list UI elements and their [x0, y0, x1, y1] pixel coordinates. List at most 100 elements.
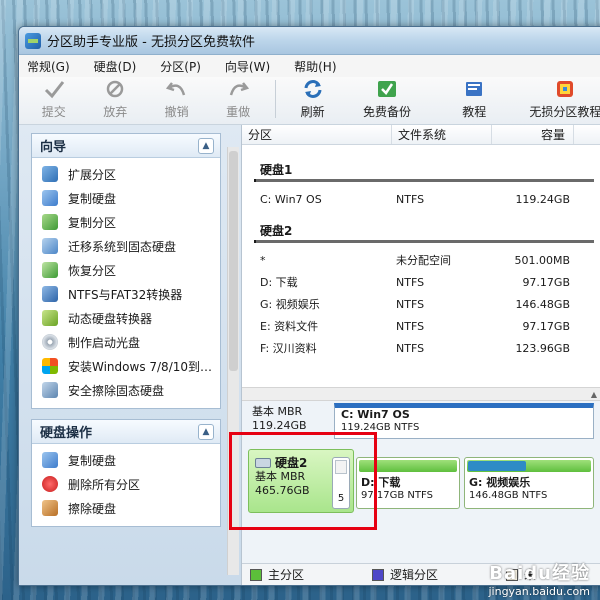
partition-c-name: C: Win7 OS	[341, 408, 410, 421]
copy-disk-icon	[42, 190, 58, 206]
copy-partition-icon	[42, 214, 58, 230]
wizard-item-migrate-os[interactable]: 迁移系统到固态硬盘	[42, 234, 220, 258]
wizard-item-label: 动态硬盘转换器	[68, 311, 153, 326]
menu-wizard[interactable]: 向导(W)	[225, 58, 270, 75]
wizard-item-install-windows[interactable]: 安装Windows 7/8/10到…	[42, 354, 220, 378]
hard-disk-icon	[255, 458, 271, 468]
wizard-item-extend-partition[interactable]: 扩展分区	[42, 162, 220, 186]
partition-g-block[interactable]: G: 视频娱乐 146.48GB NTFS	[464, 457, 594, 509]
table-row[interactable]: C: Win7 OS NTFS 119.24GB	[242, 188, 600, 210]
cell-capacity: 146.48GB	[515, 297, 570, 311]
sidebar-scrollbar[interactable]	[227, 147, 239, 575]
ntfs-fat32-icon	[42, 286, 58, 302]
disk-op-erase-disk[interactable]: 擦除硬盘	[42, 496, 220, 520]
disk-op-copy-disk[interactable]: 复制硬盘	[42, 448, 220, 472]
wizard-item-copy-disk[interactable]: 复制硬盘	[42, 186, 220, 210]
commit-label: 提交	[41, 105, 66, 119]
table-row[interactable]: F: 汉川资料 NTFS 123.96GB	[242, 337, 600, 359]
erase-icon	[42, 500, 58, 516]
free-backup-button[interactable]: 免费备份	[343, 78, 430, 120]
tutorial-icon	[462, 78, 486, 100]
legend-logical-swatch	[372, 568, 385, 581]
refresh-icon	[301, 78, 325, 100]
app-icon	[25, 32, 41, 49]
lossless-tutorial-icon	[553, 78, 577, 100]
free-backup-label: 免费备份	[362, 105, 411, 119]
collapse-disk-ops-icon[interactable]: ▲	[198, 423, 214, 440]
discard-button[interactable]: 放弃	[84, 78, 145, 120]
disk-op-label: 复制硬盘	[68, 453, 117, 468]
menu-general[interactable]: 常规(G)	[27, 58, 70, 75]
wizard-item-boot-cd[interactable]: 制作启动光盘	[42, 330, 220, 354]
table-row[interactable]: D: 下载 NTFS 97.17GB	[242, 271, 600, 293]
cell-filesystem: NTFS	[396, 319, 425, 333]
cell-capacity: 97.17GB	[522, 275, 570, 289]
refresh-button[interactable]: 刷新	[282, 78, 343, 120]
menu-disk[interactable]: 硬盘(D)	[94, 58, 137, 75]
disk1-map-label[interactable]: 基本 MBR 119.24GB	[252, 405, 334, 439]
col-filesystem[interactable]: 文件系统	[392, 125, 492, 144]
menu-help[interactable]: 帮助(H)	[294, 58, 336, 75]
disk-ops-panel-header[interactable]: 硬盘操作 ▲	[32, 420, 220, 444]
baidu-watermark: Baidu经验 jingyan.baidu.com	[488, 559, 590, 598]
table-row[interactable]: * 未分配空间 501.00MB	[242, 249, 600, 271]
disk-ops-panel: 硬盘操作 ▲ 复制硬盘 删除所有分区 擦除硬盘	[31, 419, 221, 527]
partition-g-name: G: 视频娱乐	[469, 476, 531, 489]
table-row[interactable]: G: 视频娱乐 NTFS 146.48GB	[242, 293, 600, 315]
wizard-item-erase-ssd[interactable]: 安全擦除固态硬盘	[42, 378, 220, 402]
lossless-tutorial-label: 无损分区教程	[529, 105, 600, 119]
unallocated-partition-block[interactable]: 5	[332, 457, 350, 509]
wizard-item-ntfs-fat32[interactable]: NTFS与FAT32转换器	[42, 282, 220, 306]
mini-part-count: 5	[337, 493, 345, 504]
tutorial-label: 教程	[462, 105, 487, 119]
toolbar: 提交 放弃 撤销 重做 刷新 免费备份 教程 无损分区教程	[19, 77, 600, 125]
redo-button[interactable]: 重做	[207, 78, 268, 120]
col-capacity[interactable]: 容量	[492, 125, 574, 144]
commit-button[interactable]: 提交	[23, 78, 84, 120]
window-title: 分区助手专业版 - 无损分区免费软件	[47, 35, 255, 50]
wizard-item-label: 制作启动光盘	[68, 335, 141, 350]
legend-primary: 主分区	[250, 566, 304, 583]
group-divider	[254, 240, 594, 243]
disk-op-delete-all[interactable]: 删除所有分区	[42, 472, 220, 496]
disk1-size: 119.24GB	[252, 419, 307, 432]
lossless-tutorial-button[interactable]: 无损分区教程	[518, 78, 600, 120]
table-row[interactable]: E: 资料文件 NTFS 97.17GB	[242, 315, 600, 337]
cell-partition: E: 资料文件	[260, 320, 319, 333]
wizard-panel-header[interactable]: 向导 ▲	[32, 134, 220, 158]
checkmark-icon	[42, 78, 66, 100]
cell-filesystem: NTFS	[396, 275, 425, 289]
legend-logical: 逻辑分区	[372, 566, 438, 583]
wizard-item-label: 恢复分区	[68, 263, 117, 278]
title-bar[interactable]: 分区助手专业版 - 无损分区免费软件	[19, 27, 600, 55]
cell-partition: C: Win7 OS	[260, 192, 322, 206]
undo-button[interactable]: 撤销	[146, 78, 207, 120]
scroll-up-icon[interactable]: ▲	[591, 390, 597, 399]
backup-icon	[375, 78, 399, 100]
wizard-item-dynamic-disk[interactable]: 动态硬盘转换器	[42, 306, 220, 330]
app-window: 分区助手专业版 - 无损分区免费软件 常规(G) 硬盘(D) 分区(P) 向导(…	[18, 26, 600, 586]
wizard-item-copy-partition[interactable]: 复制分区	[42, 210, 220, 234]
undo-label: 撤销	[164, 105, 189, 119]
disk-op-label: 删除所有分区	[68, 477, 141, 492]
wizard-item-recover-partition[interactable]: 恢复分区	[42, 258, 220, 282]
col-partition[interactable]: 分区	[242, 125, 392, 144]
disk1-title: 硬盘1	[260, 162, 293, 177]
recover-partition-icon	[42, 262, 58, 278]
refresh-label: 刷新	[300, 105, 325, 119]
tutorial-button[interactable]: 教程	[431, 78, 518, 120]
main-pane: 分区 文件系统 容量 硬盘1 C: Win7 OS NTFS 119.24GB …	[241, 125, 600, 585]
collapse-wizard-icon[interactable]: ▲	[198, 137, 214, 154]
horizontal-scrollbar[interactable]: ▲ ▼	[242, 387, 600, 401]
disk-ops-list: 复制硬盘 删除所有分区 擦除硬盘	[32, 444, 220, 526]
cell-filesystem: NTFS	[396, 341, 425, 355]
legend-primary-label: 主分区	[268, 568, 305, 582]
wizard-item-label: 迁移系统到固态硬盘	[68, 239, 177, 254]
delete-icon	[42, 476, 58, 492]
menu-partition[interactable]: 分区(P)	[160, 58, 201, 75]
disk2-title: 硬盘2	[260, 223, 293, 238]
partition-d-block[interactable]: D: 下载 97.17GB NTFS	[356, 457, 460, 509]
disk1-partition-c[interactable]: C: Win7 OS 119.24GB NTFS	[334, 403, 594, 439]
wizard-panel-title: 向导	[40, 140, 67, 155]
group-divider	[254, 179, 594, 182]
